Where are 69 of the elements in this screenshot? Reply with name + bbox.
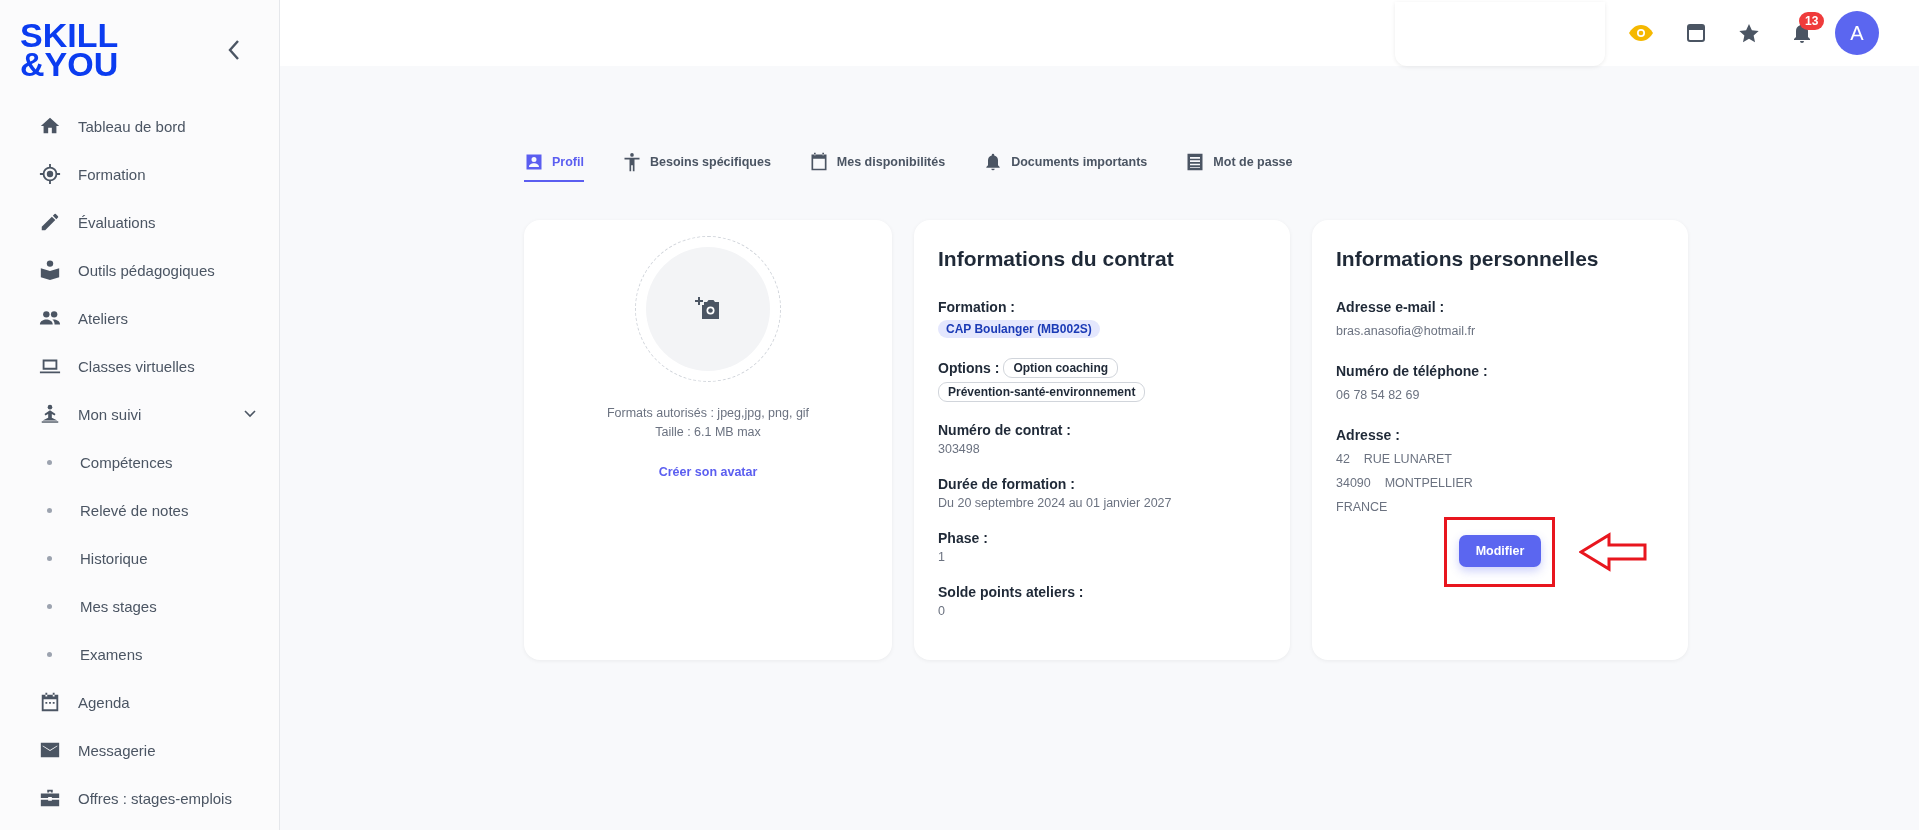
person-icon bbox=[39, 403, 61, 425]
create-avatar-link[interactable]: Créer son avatar bbox=[658, 465, 758, 479]
field-value: bras.anasofia@hotmail.fr bbox=[1336, 323, 1477, 340]
bullet-icon bbox=[47, 651, 52, 657]
target-icon bbox=[39, 163, 61, 185]
field-value: 42 RUE LUNARET bbox=[1336, 451, 1453, 468]
sidebar-item[interactable]: Classes virtuelles bbox=[0, 342, 279, 390]
field-label: Options : bbox=[938, 360, 1000, 376]
tab[interactable]: Profil bbox=[524, 144, 584, 182]
user-avatar[interactable]: A bbox=[1835, 11, 1879, 55]
sidebar-item[interactable]: Ateliers bbox=[0, 294, 279, 342]
pencil-icon bbox=[39, 211, 61, 233]
formation-tag: CAP Boulanger (MB002S) bbox=[938, 320, 1100, 338]
logo[interactable]: SKILL &YOU bbox=[20, 21, 119, 79]
bullet-icon bbox=[47, 603, 52, 609]
briefcase-icon bbox=[39, 787, 61, 809]
field-label: Solde points ateliers : bbox=[938, 584, 1085, 600]
tab[interactable]: Mot de passe bbox=[1185, 144, 1293, 182]
sidebar-subitem[interactable]: Examens bbox=[0, 630, 279, 678]
field-label: Phase : bbox=[938, 530, 989, 546]
sidebar-subitem[interactable]: Compétences bbox=[0, 438, 279, 486]
field-label: Numéro de contrat : bbox=[938, 422, 1072, 438]
chevron-icon bbox=[244, 410, 256, 418]
collapse-chevron-icon[interactable] bbox=[227, 39, 241, 61]
tab[interactable]: Mes disponibilités bbox=[808, 144, 946, 182]
sidebar-item[interactable]: Évaluations bbox=[0, 198, 279, 246]
sidebar-subitem[interactable]: Historique bbox=[0, 534, 279, 582]
book-icon bbox=[39, 259, 61, 281]
add-camera-icon bbox=[695, 297, 721, 321]
sidebar-item[interactable]: Formation bbox=[0, 150, 279, 198]
field-label: Durée de formation : bbox=[938, 476, 1076, 492]
sidebar-item[interactable]: Outils pédagogiques bbox=[0, 246, 279, 294]
sidebar-subitem[interactable]: Mes stages bbox=[0, 582, 279, 630]
doc-icon bbox=[1185, 152, 1206, 172]
field-value: 1 bbox=[938, 550, 946, 564]
field-value: 303498 bbox=[938, 442, 981, 456]
sidebar-subitem[interactable]: Relevé de notes bbox=[0, 486, 279, 534]
profile-icon bbox=[524, 152, 544, 172]
formats-text: Formats autorisés : jpeg,jpg, png, gif bbox=[606, 405, 810, 422]
modify-button[interactable]: Modifier bbox=[1458, 535, 1542, 567]
option-tag: Prévention-santé-environnement bbox=[938, 382, 1146, 402]
field-label: Adresse : bbox=[1336, 427, 1401, 443]
field-value: 06 78 54 82 69 bbox=[1336, 387, 1421, 404]
sidebar-item[interactable]: Agenda bbox=[0, 678, 279, 726]
sidebar-item[interactable]: Offres : stages-emplois bbox=[0, 774, 279, 822]
field-value: Du 20 septembre 2024 au 01 janvier 2027 bbox=[938, 496, 1173, 510]
field-value: 0 bbox=[938, 604, 946, 618]
sidebar-item[interactable]: Messagerie bbox=[0, 726, 279, 774]
card-title: Informations personnelles bbox=[1336, 247, 1600, 271]
field-value: FRANCE bbox=[1336, 499, 1389, 516]
field-label: Adresse e-mail : bbox=[1336, 299, 1446, 315]
tab[interactable]: Documents importants bbox=[983, 144, 1148, 182]
bullet-icon bbox=[47, 555, 52, 561]
field-label: Numéro de téléphone : bbox=[1336, 363, 1489, 379]
card-title: Informations du contrat bbox=[938, 247, 1175, 271]
notification-count: 13 bbox=[1799, 12, 1825, 30]
tab[interactable]: Besoins spécifiques bbox=[621, 144, 771, 182]
bullet-icon bbox=[47, 459, 52, 465]
size-text: Taille : 6.1 MB max bbox=[655, 424, 761, 441]
sidebar-item[interactable]: Mon suivi bbox=[0, 390, 279, 438]
option-tag: Option coaching bbox=[1003, 358, 1119, 378]
field-label: Formation : bbox=[938, 299, 1016, 315]
annotation-arrow bbox=[1578, 532, 1649, 572]
calendar-icon bbox=[39, 691, 61, 713]
sidebar-item[interactable]: Tableau de bord bbox=[0, 102, 279, 150]
star-icon[interactable] bbox=[1739, 23, 1759, 43]
bullet-icon bbox=[47, 507, 52, 513]
window-icon[interactable] bbox=[1687, 24, 1705, 42]
field-value: 34090 MONTPELLIER bbox=[1336, 475, 1474, 492]
